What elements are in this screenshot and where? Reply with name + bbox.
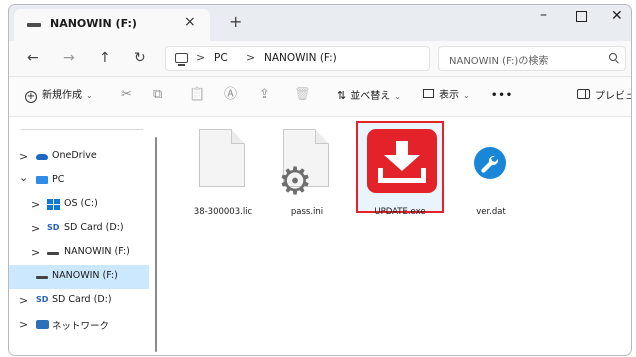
chevron-right-icon[interactable]: > [19,294,28,307]
minimize-button[interactable]: – [540,7,547,23]
breadcrumb-separator: > [246,51,256,64]
navigation-pane: > OneDrive ⌄ PC > OS (C:) > SD SD Card (… [9,117,159,355]
up-icon[interactable]: ↑ [99,50,111,66]
pc-icon [36,176,48,184]
breadcrumb-separator: > [196,51,206,64]
cloud-icon [36,154,48,160]
sidebar-item-label: NANOWIN (F:) [52,270,118,281]
sidebar-item-label: SD Card (D:) [52,294,112,305]
settings-file-icon: ⚙ [277,159,313,203]
windows-drive-icon [47,199,60,210]
chevron-down-icon: ⌄ [463,91,470,100]
search-placeholder: NANOWIN (F:)の検索 [449,56,549,67]
sd-card-icon: SD [36,295,49,304]
sidebar-item-label: SD Card (D:) [64,222,124,233]
new-tab-button[interactable]: + [229,14,242,30]
chevron-right-icon[interactable]: > [31,222,40,235]
view-icon [423,89,434,98]
delete-icon[interactable]: 🗑 [294,88,311,102]
sidebar-item-label: OS (C:) [64,198,98,209]
preview-pane-icon [577,89,590,99]
sort-label: 並べ替え [350,91,391,102]
breadcrumb-pc[interactable]: PC [214,52,228,64]
forward-icon[interactable]: → [63,50,75,66]
search-input[interactable]: NANOWIN (F:)の検索 [438,46,626,71]
chevron-right-icon[interactable]: > [31,246,40,259]
navigation-bar: ← → ↑ ↻ > PC > NANOWIN (F:) NANOWIN (F:)… [9,41,631,77]
chevron-right-icon[interactable]: > [19,150,28,163]
file-name: UPDATE.exe [374,207,426,217]
maximize-button[interactable] [576,11,587,22]
rename-icon[interactable]: Ⓐ [224,88,237,102]
preview-button[interactable]: プレビュー [577,89,631,104]
network-icon [36,320,49,329]
sidebar-item-pc[interactable]: ⌄ PC [9,169,149,193]
drive-icon [27,23,41,27]
tab-nanowin[interactable]: NANOWIN (F:) × [14,9,210,41]
divider [21,129,143,130]
sidebar-item-label: PC [52,174,65,185]
sidebar-item-onedrive[interactable]: > OneDrive [9,145,149,169]
wrench-icon [474,147,506,179]
copy-icon[interactable]: ⧉ [153,88,162,102]
view-button[interactable]: 表示 ⌄ [423,89,470,103]
command-bar: +新規作成⌄ ✂ ⧉ 📋 Ⓐ ⇪ 🗑 ⇅並べ替え⌄ 表示⌄ ••• プレビュー [9,77,631,117]
sidebar-item-nanowin-f-selected[interactable]: NANOWIN (F:) [9,265,149,289]
address-bar[interactable]: > PC > NANOWIN (F:) [165,46,430,71]
sidebar-item-nanowin-f[interactable]: > NANOWIN (F:) [9,241,149,265]
cut-icon[interactable]: ✂ [121,88,132,102]
title-bar: NANOWIN (F:) × + – ✕ [9,5,631,41]
sidebar-item-os-c[interactable]: > OS (C:) [9,193,149,217]
sidebar-item-sd-card-d-root[interactable]: > SD SD Card (D:) [9,289,149,313]
chevron-down-icon[interactable]: ⌄ [19,171,28,184]
file-name: ver.dat [476,207,506,217]
new-button[interactable]: + 新規作成 ⌄ [25,89,93,103]
plus-icon: + [25,91,37,103]
search-icon [609,53,617,61]
close-button[interactable]: ✕ [611,8,623,24]
sidebar-item-label: OneDrive [52,150,97,161]
drive-icon [36,276,48,279]
file-item-update-exe[interactable]: UPDATE.exe [356,121,444,225]
chevron-down-icon: ⌄ [394,92,401,101]
tab-title: NANOWIN (F:) [50,17,137,30]
chevron-right-icon[interactable]: > [19,318,28,331]
refresh-icon[interactable]: ↻ [134,50,146,66]
explorer-window: NANOWIN (F:) × + – ✕ ← → ↑ ↻ > PC > NANO… [8,4,632,356]
new-label: 新規作成 [42,90,82,101]
file-name: pass.ini [290,207,324,217]
view-label: 表示 [439,90,459,101]
download-icon [367,129,437,193]
pc-icon [175,53,188,66]
sort-icon: ⇅ [337,89,347,102]
chevron-right-icon[interactable]: > [31,198,40,211]
back-icon[interactable]: ← [27,50,39,66]
sort-button[interactable]: ⇅ 並べ替え ⌄ [337,89,401,104]
chevron-down-icon: ⌄ [86,91,93,100]
tab-close-icon[interactable]: × [184,14,196,30]
sidebar-item-network[interactable]: > ネットワーク [9,313,149,337]
sd-card-icon: SD [47,223,60,232]
file-item-pass-ini[interactable]: ⚙ pass.ini [271,125,343,225]
more-options-icon[interactable]: ••• [491,89,513,103]
sidebar-item-label: NANOWIN (F:) [64,246,130,257]
sidebar-item-sd-card-d[interactable]: > SD SD Card (D:) [9,217,149,241]
paste-icon[interactable]: 📋 [189,88,205,102]
preview-label: プレビュー [595,91,631,102]
file-item-ver-dat[interactable]: ver.dat [455,125,527,225]
sidebar-item-label: ネットワーク [52,321,110,332]
drive-icon [47,252,59,255]
share-icon[interactable]: ⇪ [259,88,270,102]
file-item-38-300003-lic[interactable]: 38-300003.lic [187,125,259,225]
breadcrumb-nanowin[interactable]: NANOWIN (F:) [264,52,337,64]
file-list: 38-300003.lic ⚙ pass.ini UPDATE.exe ver.… [159,117,631,355]
file-name: 38-300003.lic [193,207,253,217]
sidebar-scrollbar[interactable] [155,137,157,352]
